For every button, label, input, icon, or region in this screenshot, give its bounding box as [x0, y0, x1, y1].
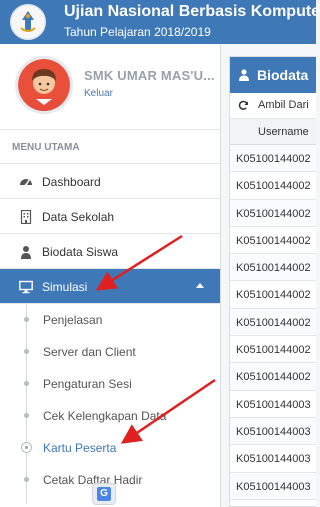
table-row[interactable]: K05100144003	[230, 445, 316, 473]
submenu-item-server-dan-client[interactable]: Server dan Client	[0, 336, 220, 368]
table-row[interactable]: K05100144002	[230, 172, 316, 200]
monitor-icon	[19, 280, 33, 294]
submenu-item-label: Penjelasan	[43, 313, 103, 327]
sidebar-item-label: Simulasi	[42, 280, 88, 294]
submenu-item-label: Pengaturan Sesi	[43, 377, 132, 391]
username-cell: K05100144002	[236, 180, 311, 193]
sidebar-item-data-sekolah[interactable]: Data Sekolah	[0, 199, 220, 234]
column-header-username[interactable]: Username	[230, 119, 316, 145]
ambil-dari-button[interactable]: Ambil Dari	[230, 93, 316, 119]
ambil-dari-label: Ambil Dari	[258, 99, 309, 111]
avatar[interactable]	[15, 56, 73, 114]
user-profile: SMK UMAR MAS'U... Keluar	[0, 44, 220, 130]
username-cell: K05100144003	[236, 425, 311, 438]
username-cell: K05100144002	[236, 262, 311, 275]
submenu-item-label: Server dan Client	[43, 345, 136, 359]
username-cell: K05100144002	[236, 153, 311, 165]
submenu-item-pengaturan-sesi[interactable]: Pengaturan Sesi	[0, 368, 220, 400]
username-cell: K05100144003	[236, 453, 311, 466]
table-row[interactable]: K05100144002	[230, 227, 316, 255]
submenu-item-label: Kartu Peserta	[43, 441, 117, 455]
username-cell: K05100144002	[236, 316, 311, 329]
table-row[interactable]: K05100144002	[230, 336, 316, 364]
submenu-item-kartu-peserta[interactable]: Kartu Peserta	[0, 432, 220, 464]
sidebar-item-label: Data Sekolah	[42, 210, 115, 224]
dashboard-icon	[20, 179, 32, 187]
panel-title: Biodata	[257, 67, 309, 83]
sidebar-item-label: Biodata Siswa	[42, 245, 119, 259]
table-body: K05100144002 K05100144002 K05100144002 K…	[230, 145, 316, 500]
user-icon	[239, 69, 249, 81]
username-cell: K05100144003	[236, 480, 311, 493]
bullet-icon	[24, 477, 29, 482]
submenu-item-label: Cek Kelengkapan Data	[43, 409, 167, 423]
table-row[interactable]: K05100144003	[230, 472, 316, 500]
table-row[interactable]: K05100144002	[230, 199, 316, 227]
username-cell: K05100144003	[236, 398, 311, 411]
sidebar-item-label: Dashboard	[42, 175, 101, 189]
username-cell: K05100144002	[236, 289, 311, 302]
table-row[interactable]: K05100144002	[230, 363, 316, 391]
simulasi-submenu: Penjelasan Server dan Client Pengaturan …	[0, 304, 220, 504]
building-icon	[20, 210, 32, 224]
table-row[interactable]: K05100144002	[230, 308, 316, 337]
table-row[interactable]: K05100144002	[230, 281, 316, 309]
table-row[interactable]: K05100144003	[230, 417, 316, 446]
table-row[interactable]: K05100144002	[230, 145, 316, 173]
google-translate-glyph: G	[97, 487, 111, 501]
sidebar-item-simulasi[interactable]: Simulasi	[0, 269, 220, 304]
app-title: Ujian Nasional Berbasis Komputer	[64, 3, 320, 20]
bullet-icon	[24, 381, 29, 386]
menu-header: MENU UTAMA	[0, 130, 220, 164]
submenu-item-cek-kelengkapan-data[interactable]: Cek Kelengkapan Data	[0, 400, 220, 432]
refresh-icon	[238, 100, 248, 110]
sidebar-item-dashboard[interactable]: Dashboard	[0, 164, 220, 199]
app-header: Ujian Nasional Berbasis Komputer Tahun P…	[0, 0, 320, 44]
username-cell: K05100144002	[236, 207, 311, 220]
tut-wuri-logo-icon	[10, 4, 46, 40]
table-row[interactable]: K05100144003	[230, 391, 316, 418]
logout-link[interactable]: Keluar	[84, 88, 113, 99]
app-subtitle: Tahun Pelajaran 2018/2019	[64, 25, 211, 39]
username-cell: K05100144002	[236, 371, 311, 384]
submenu-item-penjelasan[interactable]: Penjelasan	[0, 304, 220, 336]
chevron-up-icon[interactable]	[196, 283, 204, 288]
bullet-icon	[24, 349, 29, 354]
translate-icon[interactable]: G	[92, 483, 116, 505]
bullet-icon	[24, 413, 29, 418]
sidebar-item-biodata-siswa[interactable]: Biodata Siswa	[0, 234, 220, 269]
user-icon	[21, 246, 31, 259]
username-cell: K05100144002	[236, 234, 311, 247]
school-name: SMK UMAR MAS'U...	[84, 68, 215, 83]
bullet-icon	[24, 317, 29, 322]
table-row[interactable]: K05100144002	[230, 254, 316, 282]
main-content: Biodata Ambil Dari Username K05100144002…	[229, 56, 316, 507]
sidebar: SMK UMAR MAS'U... Keluar MENU UTAMA Dash…	[0, 44, 221, 507]
username-cell: K05100144002	[236, 344, 311, 357]
current-bullet-icon	[21, 442, 32, 453]
panel-header: Biodata	[230, 57, 316, 93]
